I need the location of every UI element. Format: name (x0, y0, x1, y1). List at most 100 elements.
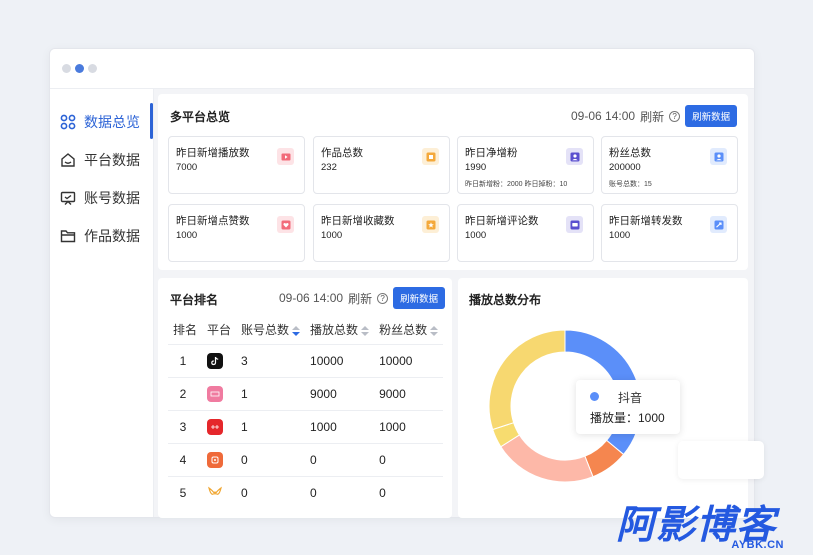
column-header-fans[interactable]: 粉丝总数 (374, 316, 443, 344)
column-header-label: 播放总数 (310, 323, 359, 338)
platform-cell (202, 475, 237, 509)
stat-value: 232 (321, 162, 337, 173)
accounts-cell: 0 (236, 475, 306, 509)
sort-icon[interactable] (361, 326, 370, 337)
sidebar-item-account[interactable]: 账号数据 (60, 184, 140, 212)
video-channel-icon (207, 484, 223, 500)
rank-cell: 2 (168, 376, 203, 410)
ranking-table: 排名 平台 账号总数 播放总数 粉丝总数 1 3 10000 10000 2 1… (168, 316, 444, 509)
stat-label: 昨日净增粉 (465, 147, 518, 159)
like-icon (277, 216, 294, 233)
stat-label: 昨日新增收藏数 (321, 215, 395, 227)
sidebar-item-label: 平台数据 (84, 152, 140, 168)
stat-label: 昨日新增转发数 (609, 215, 683, 227)
sidebar-item-label: 数据总览 (84, 114, 140, 130)
table-row[interactable]: 3 1 1000 1000 (168, 409, 444, 443)
column-header-platform: 平台 (207, 323, 232, 338)
table-row[interactable]: 4 0 0 0 (168, 442, 444, 476)
stat-label: 昨日新增播放数 (176, 147, 250, 159)
kuaishou-icon (207, 418, 224, 435)
works-icon (422, 148, 439, 165)
plays-cell: 10000 (305, 343, 375, 377)
grid-icon (60, 114, 76, 130)
refresh-data-button[interactable]: 刷新数据 (393, 287, 446, 309)
stat-value: 200000 (609, 162, 641, 173)
sort-icon[interactable] (292, 326, 301, 337)
tooltip-series-name: 抖音 (618, 391, 643, 405)
sort-icon[interactable] (430, 326, 439, 337)
share-icon (710, 216, 727, 233)
accounts-cell: 0 (236, 442, 306, 476)
column-header-rank: 排名 (173, 323, 198, 338)
stat-card-total-works[interactable]: 作品总数 232 (313, 136, 450, 194)
stat-label: 昨日新增点赞数 (176, 215, 250, 227)
stat-card-daily-comments[interactable]: 昨日新增评论数 1000 (457, 204, 594, 262)
stat-card-daily-shares[interactable]: 昨日新增转发数 1000 (601, 204, 738, 262)
fans-cell: 0 (374, 475, 444, 509)
stat-sub: 账号总数：15 (609, 181, 652, 188)
user-icon (566, 148, 583, 165)
refresh-label: 刷新 (640, 109, 665, 124)
fans-cell: 0 (374, 442, 444, 476)
table-row[interactable]: 1 3 10000 10000 (168, 343, 444, 377)
plays-cell: 0 (305, 475, 375, 509)
stat-card-daily-likes[interactable]: 昨日新增点赞数 1000 (168, 204, 305, 262)
table-row[interactable]: 5 0 0 0 (168, 475, 444, 509)
stat-sub: 昨日新增粉：2000 昨日掉粉：10 (465, 181, 568, 188)
stat-card-daily-plays[interactable]: 昨日新增播放数 7000 (168, 136, 305, 194)
stat-value: 1000 (465, 230, 487, 241)
watermark-domain: AYBK.CN (731, 539, 784, 551)
donut-slice[interactable] (500, 434, 594, 483)
stat-value: 1000 (176, 230, 198, 241)
play-icon (277, 148, 294, 165)
platform-cell (202, 376, 237, 410)
rank-cell: 5 (168, 475, 203, 509)
ranking-panel: 平台排名 09-06 14:00 刷新 ? 刷新数据 排名 平台 账号总数 播放… (158, 278, 452, 518)
fans-cell: 10000 (374, 343, 444, 377)
window-dot (62, 64, 71, 73)
window-dots (62, 64, 97, 73)
rank-cell: 4 (168, 442, 203, 476)
table-row[interactable]: 2 1 9000 9000 (168, 376, 444, 410)
stat-label: 昨日新增评论数 (465, 215, 539, 227)
tooltip-value: 播放量：1000 (590, 411, 665, 425)
overview-title: 多平台总览 (170, 110, 231, 124)
overview-refresh: 09-06 14:00 刷新 ? 刷新数据 (571, 105, 738, 127)
column-header-plays[interactable]: 播放总数 (305, 316, 374, 344)
help-icon[interactable]: ? (669, 110, 681, 122)
sidebar-item-label: 账号数据 (84, 190, 140, 206)
donut-slice[interactable] (488, 329, 566, 431)
refresh-time: 09-06 14:00 (571, 109, 636, 123)
stat-label: 作品总数 (321, 147, 363, 159)
table-header-row: 排名 平台 账号总数 播放总数 粉丝总数 (168, 316, 443, 344)
stat-label: 粉丝总数 (609, 147, 651, 159)
sidebar-item-works[interactable]: 作品数据 (60, 222, 140, 250)
comment-icon (566, 216, 583, 233)
stat-value: 1990 (465, 162, 487, 173)
stat-card-net-fans[interactable]: 昨日净增粉 1990 昨日新增粉：2000 昨日掉粉：10 (457, 136, 594, 194)
watermark: 阿影博客 AYBK.CN (616, 506, 784, 552)
ranking-refresh: 09-06 14:00 刷新 ? 刷新数据 (279, 287, 446, 309)
sidebar: 数据总览 平台数据 账号数据 作品数据 (50, 89, 154, 517)
home-icon (60, 152, 76, 168)
stat-value: 7000 (176, 162, 198, 173)
column-header-label: 账号总数 (241, 323, 290, 338)
help-icon[interactable]: ? (377, 292, 389, 304)
sidebar-item-overview[interactable]: 数据总览 (60, 108, 140, 136)
refresh-data-button[interactable]: 刷新数据 (685, 105, 738, 127)
stat-card-daily-favorites[interactable]: 昨日新增收藏数 1000 (313, 204, 450, 262)
sidebar-item-platform[interactable]: 平台数据 (60, 146, 140, 174)
window-dot-active (75, 64, 84, 73)
column-header-accounts[interactable]: 账号总数 (236, 316, 305, 344)
accounts-cell: 1 (236, 376, 306, 410)
platform-cell (202, 409, 237, 443)
stat-card-total-fans[interactable]: 粉丝总数 200000 账号总数：15 (601, 136, 738, 194)
accounts-cell: 3 (236, 343, 306, 377)
tooltip-series-dot (590, 392, 599, 401)
rank-cell: 3 (168, 409, 203, 443)
title-bar (50, 49, 754, 89)
xiaohongshu-icon (207, 385, 224, 402)
refresh-time: 09-06 14:00 (279, 291, 344, 305)
stat-value: 1000 (321, 230, 343, 241)
star-icon (422, 216, 439, 233)
